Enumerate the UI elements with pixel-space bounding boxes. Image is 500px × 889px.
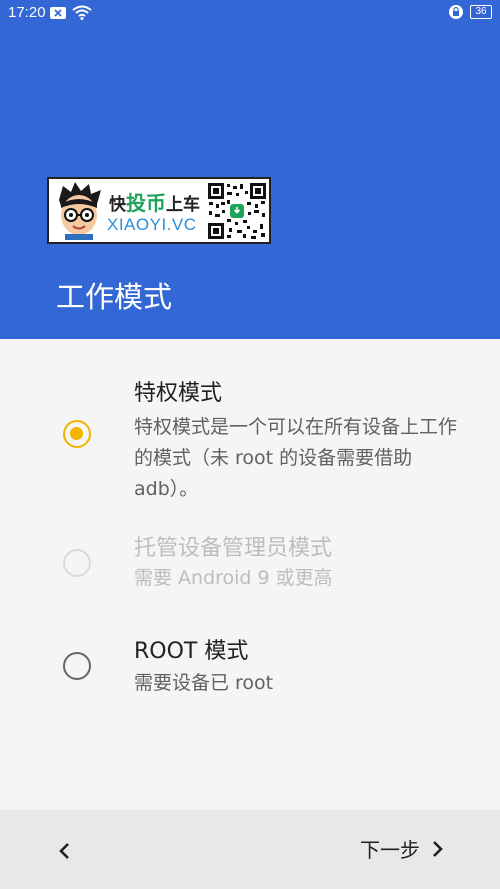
option-root-mode[interactable]: ROOT 模式 需要设备已 root bbox=[0, 629, 500, 704]
notification-icon bbox=[50, 6, 66, 19]
avatar-cartoon-icon bbox=[59, 182, 101, 240]
radio-selected-icon[interactable] bbox=[63, 420, 91, 448]
radio-unselected-icon[interactable] bbox=[63, 652, 91, 680]
ad-slogan: 快投币上车 bbox=[109, 193, 200, 215]
option-title: 特权模式 bbox=[134, 381, 223, 406]
ad-domain: XIAOYI.VC bbox=[107, 215, 197, 234]
option-title: 托管设备管理员模式 bbox=[134, 536, 333, 561]
chevron-left-icon bbox=[59, 843, 69, 859]
back-button[interactable] bbox=[50, 836, 80, 866]
status-time: 17:20 bbox=[8, 4, 46, 21]
wifi-icon bbox=[72, 5, 92, 20]
bottom-navigation-bar: 下一步 bbox=[0, 810, 500, 889]
mode-options-list: 特权模式 特权模式是一个可以在所有设备上工作的模式（未 root 的设备需要借助… bbox=[0, 339, 500, 810]
status-bar: 17:20 36 bbox=[0, 0, 500, 26]
option-device-owner-mode: 托管设备管理员模式 需要 Android 9 或更高 bbox=[0, 524, 500, 599]
header: 17:20 36 快投币上车 XIAOYI.VC 工作模式 bbox=[0, 0, 500, 339]
lock-rotation-icon bbox=[449, 5, 463, 19]
radio-disabled-icon bbox=[63, 549, 91, 577]
option-description: 特权模式是一个可以在所有设备上工作的模式（未 root 的设备需要借助 adb）… bbox=[134, 416, 458, 500]
option-privileged-mode[interactable]: 特权模式 特权模式是一个可以在所有设备上工作的模式（未 root 的设备需要借助… bbox=[0, 369, 500, 500]
option-title: ROOT 模式 bbox=[134, 639, 249, 664]
next-step-label: 下一步 bbox=[360, 838, 420, 862]
page-title: 工作模式 bbox=[56, 280, 173, 314]
option-description: 需要 Android 9 或更高 bbox=[134, 567, 333, 589]
ad-banner[interactable]: 快投币上车 XIAOYI.VC bbox=[47, 177, 271, 244]
qr-code-icon bbox=[207, 182, 267, 240]
chevron-right-icon bbox=[433, 840, 443, 857]
next-step-button[interactable]: 下一步 bbox=[360, 834, 450, 863]
option-description: 需要设备已 root bbox=[134, 672, 274, 694]
battery-icon: 36 bbox=[470, 5, 492, 19]
